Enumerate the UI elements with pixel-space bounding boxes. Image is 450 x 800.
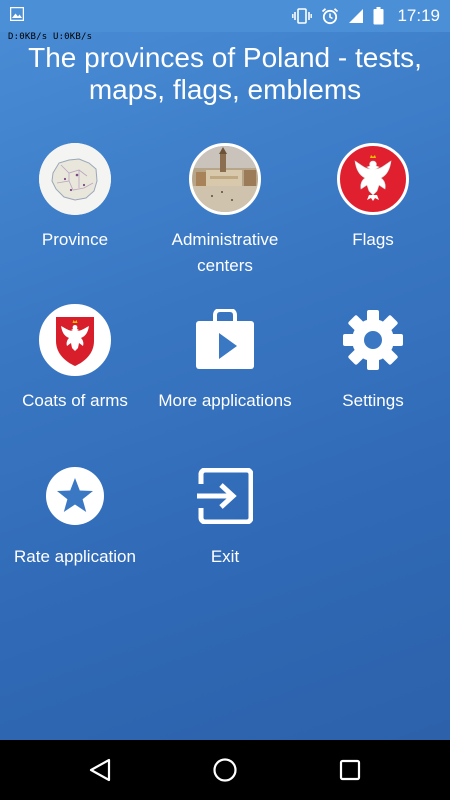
- star-icon: [39, 460, 111, 532]
- menu-item-more-applications[interactable]: More applications: [150, 304, 300, 414]
- page-title: The provinces of Poland - tests, maps, f…: [28, 42, 422, 105]
- vibrate-icon: [292, 8, 313, 24]
- battery-icon: [373, 7, 384, 25]
- status-icons: 17:19: [292, 4, 440, 28]
- menu-item-settings[interactable]: Settings: [298, 304, 448, 414]
- menu-label-settings: Settings: [342, 391, 404, 410]
- app-screen: 17:19 D:0KB/s U:0KB/s The provinces of P…: [0, 0, 450, 800]
- gear-icon: [337, 304, 409, 376]
- menu-item-province[interactable]: Province: [0, 143, 150, 253]
- alarm-icon: [321, 7, 339, 25]
- status-bar: 17:19: [0, 0, 450, 32]
- menu-item-rate-application[interactable]: Rate application: [0, 460, 150, 570]
- recents-icon[interactable]: [335, 755, 365, 785]
- menu-label-rate-application: Rate application: [14, 547, 136, 566]
- menu-item-flags[interactable]: Flags: [298, 143, 448, 253]
- play-store-icon: [189, 304, 261, 376]
- home-icon[interactable]: [210, 755, 240, 785]
- network-speed: D:0KB/s U:0KB/s: [8, 32, 93, 42]
- menu-item-coats-of-arms[interactable]: Coats of arms: [0, 304, 150, 414]
- coat-of-arms-icon: [39, 304, 111, 376]
- menu-label-more-applications: More applications: [158, 391, 292, 410]
- menu-label-province: Province: [41, 230, 109, 249]
- menu-label-exit: Exit: [210, 547, 240, 566]
- menu-label-administrative-centers: Administrative centers: [171, 230, 279, 275]
- menu-item-administrative-centers[interactable]: Administrative centers: [150, 143, 300, 279]
- menu-label-coats-of-arms: Coats of arms: [22, 391, 128, 410]
- signal-icon: [348, 8, 364, 24]
- eagle-flag-icon: [337, 143, 409, 215]
- map-icon: [39, 143, 111, 215]
- city-photo-icon: [189, 143, 261, 215]
- image-icon: [9, 6, 25, 22]
- status-time: 17:19: [397, 6, 440, 25]
- menu-item-exit[interactable]: Exit: [150, 460, 300, 570]
- navigation-bar: [0, 740, 450, 800]
- back-icon[interactable]: [85, 755, 115, 785]
- menu-label-flags: Flags: [352, 230, 394, 249]
- exit-icon: [189, 460, 261, 532]
